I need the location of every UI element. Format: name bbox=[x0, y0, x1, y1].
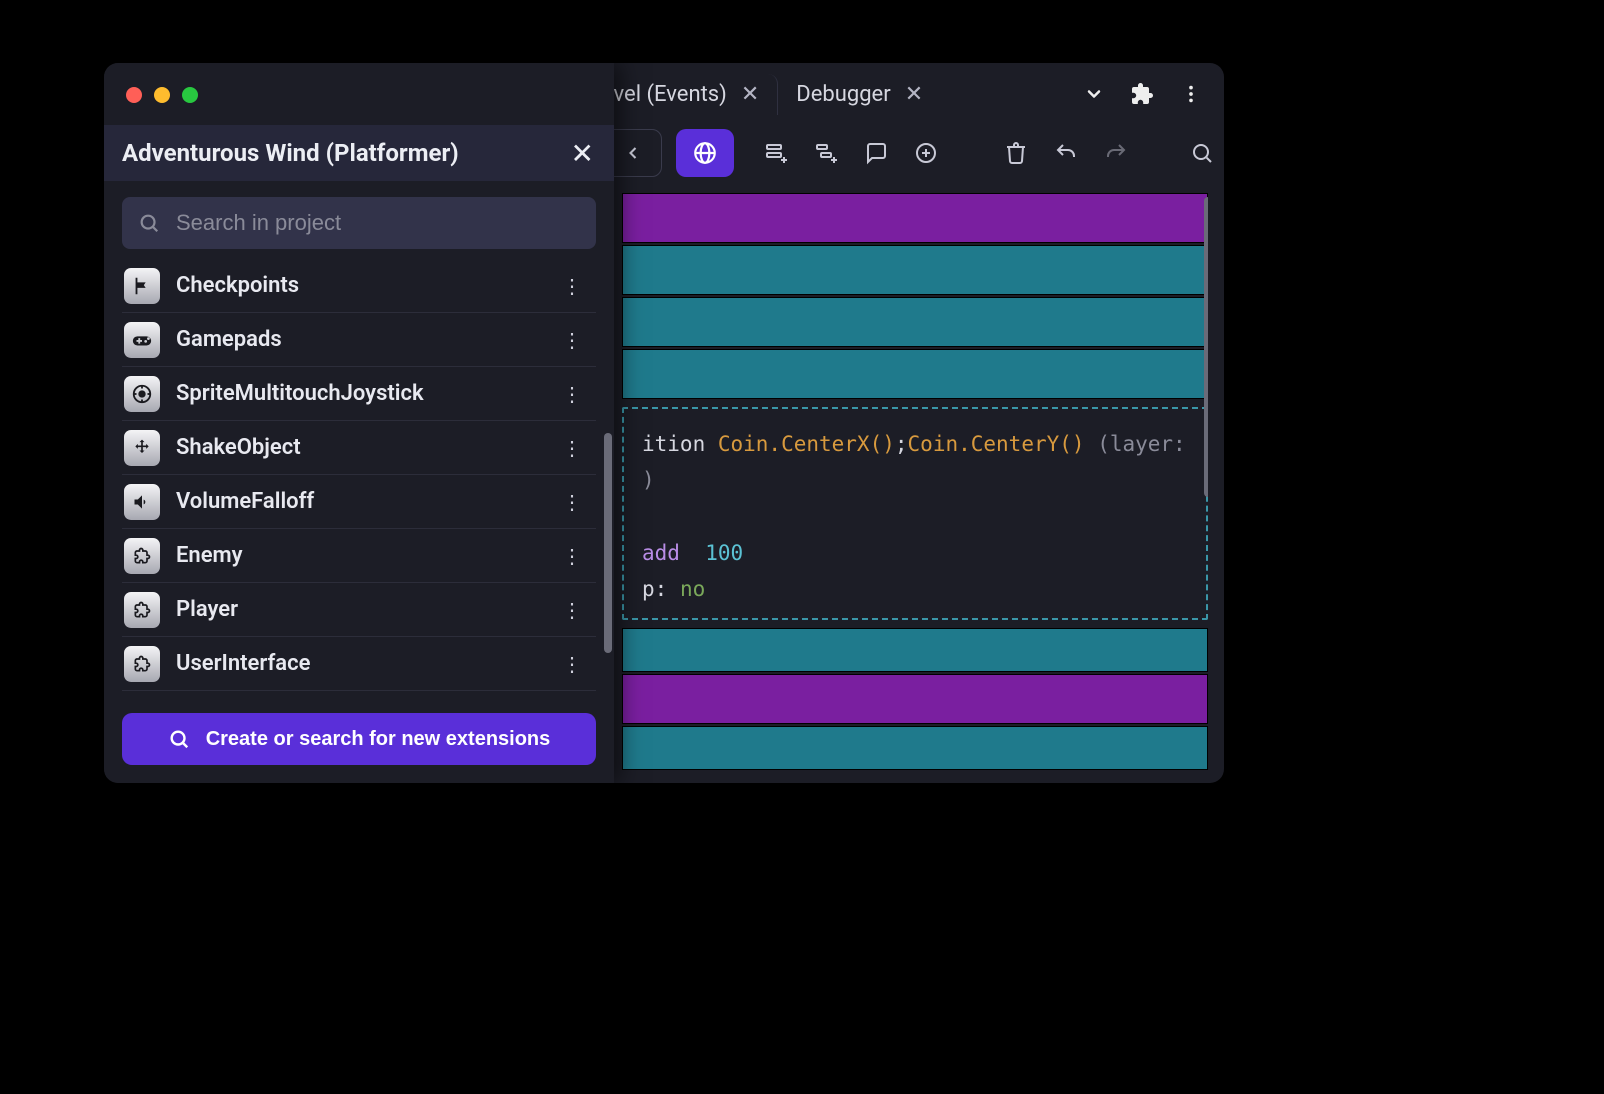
trash-icon[interactable] bbox=[1004, 141, 1028, 165]
events-area: ition Coin.CenterX();Coin.CenterY() (lay… bbox=[622, 193, 1208, 783]
gamepad-icon bbox=[124, 322, 160, 358]
search-icon[interactable] bbox=[1190, 141, 1214, 165]
code-text: p: bbox=[642, 577, 667, 601]
add-comment-icon[interactable] bbox=[864, 141, 888, 165]
extension-label: Checkpoints bbox=[176, 273, 538, 298]
add-icon[interactable] bbox=[914, 141, 938, 165]
more-vert-icon[interactable]: ⋮ bbox=[554, 270, 590, 302]
code-text: ition bbox=[642, 432, 718, 456]
redo-icon[interactable] bbox=[1104, 141, 1128, 165]
window-controls bbox=[126, 87, 198, 103]
extension-item-gamepads[interactable]: Gamepads ⋮ bbox=[122, 313, 596, 367]
event-row[interactable] bbox=[622, 726, 1208, 770]
project-title: Adventurous Wind (Platformer) bbox=[122, 139, 571, 167]
sidebar-header: Adventurous Wind (Platformer) ✕ bbox=[104, 125, 614, 181]
extension-item-volumefalloff[interactable]: VolumeFalloff ⋮ bbox=[122, 475, 596, 529]
extension-label: SpriteMultitouchJoystick bbox=[176, 381, 538, 406]
scrollbar-thumb[interactable] bbox=[604, 433, 612, 653]
puzzle-icon bbox=[124, 646, 160, 682]
search-icon bbox=[138, 212, 160, 234]
more-vert-icon[interactable]: ⋮ bbox=[554, 324, 590, 356]
puzzle-icon bbox=[124, 592, 160, 628]
code-arg: Coin.CenterY() bbox=[908, 432, 1085, 456]
extension-label: UserInterface bbox=[176, 651, 538, 676]
move-icon bbox=[124, 430, 160, 466]
scrollbar-thumb[interactable] bbox=[1204, 197, 1208, 497]
extension-item-enemy[interactable]: Enemy ⋮ bbox=[122, 529, 596, 583]
add-event-icon[interactable] bbox=[764, 141, 788, 165]
code-val: 100 bbox=[705, 541, 743, 565]
flag-icon bbox=[124, 268, 160, 304]
code-op: add bbox=[642, 541, 680, 565]
extension-item-shakeobject[interactable]: ShakeObject ⋮ bbox=[122, 421, 596, 475]
project-sidebar: Adventurous Wind (Platformer) ✕ Checkpoi… bbox=[104, 63, 614, 783]
undo-icon[interactable] bbox=[1054, 141, 1078, 165]
extension-label: Enemy bbox=[176, 543, 538, 568]
button-label: Create or search for new extensions bbox=[206, 728, 551, 751]
zoom-window-button[interactable] bbox=[182, 87, 198, 103]
editor-toolbar bbox=[604, 125, 1214, 181]
event-selection-box[interactable]: ition Coin.CenterX();Coin.CenterY() (lay… bbox=[622, 407, 1208, 620]
extension-item-player[interactable]: Player ⋮ bbox=[122, 583, 596, 637]
extension-item-joystick[interactable]: SpriteMultitouchJoystick ⋮ bbox=[122, 367, 596, 421]
tab-label: evel (Events) bbox=[602, 82, 727, 107]
extension-label: ShakeObject bbox=[176, 435, 538, 460]
add-sub-event-icon[interactable] bbox=[814, 141, 838, 165]
event-group-header[interactable] bbox=[622, 193, 1208, 243]
tab-bar: evel (Events) ✕ Debugger ✕ bbox=[584, 71, 1216, 117]
joystick-icon bbox=[124, 376, 160, 412]
extension-label: Player bbox=[176, 597, 538, 622]
close-icon[interactable]: ✕ bbox=[905, 82, 923, 107]
event-row[interactable] bbox=[622, 245, 1208, 295]
event-row[interactable] bbox=[622, 297, 1208, 347]
network-preview-button[interactable] bbox=[676, 129, 734, 177]
extension-label: VolumeFalloff bbox=[176, 489, 538, 514]
code-arg: Coin.CenterX() bbox=[718, 432, 895, 456]
code-text: ; bbox=[895, 432, 908, 456]
event-row[interactable] bbox=[622, 349, 1208, 399]
more-vert-icon[interactable]: ⋮ bbox=[554, 648, 590, 680]
volume-icon bbox=[124, 484, 160, 520]
tab-label: Debugger bbox=[796, 82, 890, 107]
globe-icon bbox=[692, 140, 718, 166]
create-extension-button[interactable]: Create or search for new extensions bbox=[122, 713, 596, 765]
extensions-icon[interactable] bbox=[1130, 82, 1154, 106]
close-icon[interactable]: ✕ bbox=[571, 137, 594, 170]
more-vert-icon[interactable]: ⋮ bbox=[554, 486, 590, 518]
more-vert-icon[interactable]: ⋮ bbox=[554, 378, 590, 410]
chevron-down-icon[interactable] bbox=[1084, 84, 1104, 104]
more-vert-icon[interactable] bbox=[1180, 83, 1202, 105]
app-window: evel (Events) ✕ Debugger ✕ bbox=[104, 63, 1224, 783]
search-icon bbox=[168, 728, 190, 750]
close-window-button[interactable] bbox=[126, 87, 142, 103]
more-vert-icon[interactable]: ⋮ bbox=[554, 540, 590, 572]
extension-item-userinterface[interactable]: UserInterface ⋮ bbox=[122, 637, 596, 691]
extensions-list: Checkpoints ⋮ Gamepads ⋮ SpriteMultitouc… bbox=[122, 259, 596, 699]
code-val: no bbox=[680, 577, 705, 601]
close-icon[interactable]: ✕ bbox=[741, 82, 759, 107]
search-input[interactable] bbox=[176, 210, 580, 236]
extension-label: Gamepads bbox=[176, 327, 538, 352]
event-row[interactable] bbox=[622, 628, 1208, 672]
minimize-window-button[interactable] bbox=[154, 87, 170, 103]
puzzle-icon bbox=[124, 538, 160, 574]
more-vert-icon[interactable]: ⋮ bbox=[554, 594, 590, 626]
search-input-wrapper[interactable] bbox=[122, 197, 596, 249]
extension-item-checkpoints[interactable]: Checkpoints ⋮ bbox=[122, 259, 596, 313]
event-group-header[interactable] bbox=[622, 674, 1208, 724]
more-vert-icon[interactable]: ⋮ bbox=[554, 432, 590, 464]
tab-debugger[interactable]: Debugger ✕ bbox=[778, 74, 941, 115]
